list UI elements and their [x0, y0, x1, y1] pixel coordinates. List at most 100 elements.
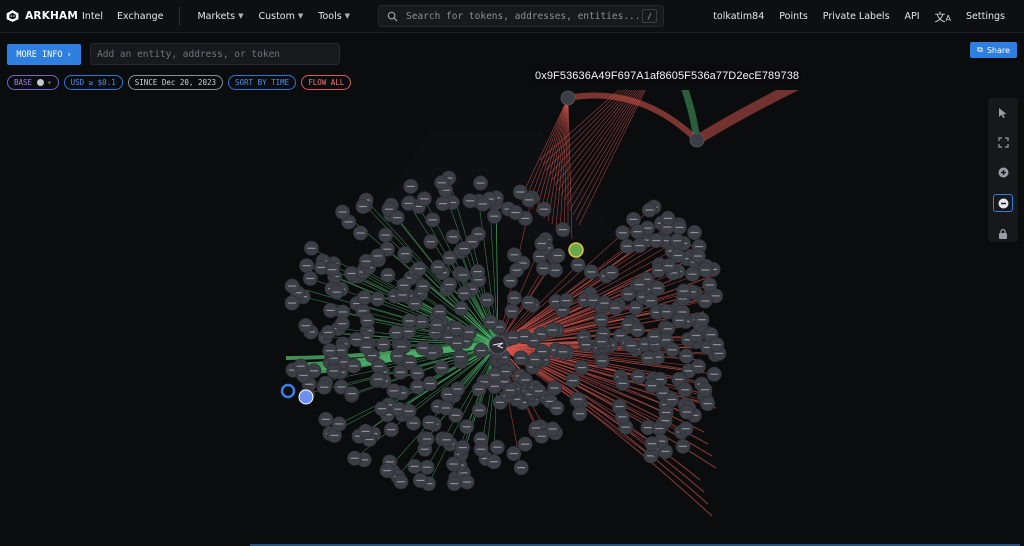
graph-node-label	[491, 374, 500, 376]
graph-node-label	[414, 205, 423, 207]
graph-node-label	[288, 302, 297, 304]
graph-node-label	[712, 344, 721, 346]
graph-node-label	[644, 357, 653, 359]
nav-dropdown-custom[interactable]: Custom ▼	[258, 11, 303, 22]
graph-node-label	[338, 311, 347, 313]
entity-address-token-input[interactable]	[97, 48, 339, 60]
more-info-button[interactable]: MORE INFO ›	[7, 44, 81, 65]
token-node	[568, 242, 584, 258]
zoom-in-icon[interactable]	[994, 164, 1012, 181]
graph-node-label	[406, 185, 415, 187]
translate-icon[interactable]: 文A	[935, 9, 951, 25]
fit-screen-icon[interactable]	[994, 135, 1012, 152]
graph-node-label	[317, 266, 326, 269]
nav-link-intel[interactable]: Intel	[82, 11, 103, 22]
hub-node	[488, 335, 508, 355]
graph-node-label	[493, 446, 502, 448]
nav-link-private-labels[interactable]: Private Labels	[823, 11, 890, 22]
graph-node-label	[344, 221, 353, 223]
graph-node-label	[423, 466, 432, 468]
chevron-down-icon: ▾	[47, 78, 52, 87]
graph-node-label	[629, 218, 638, 220]
filter-sort-by-time[interactable]: SORT BY TIME	[228, 75, 297, 90]
graph-node-label	[474, 233, 483, 235]
graph-node-label	[463, 481, 472, 483]
nav-dropdown-tools[interactable]: Tools ▼	[318, 11, 350, 22]
graph-node-label	[661, 450, 670, 453]
filter-flow-all[interactable]: FLOW ALL	[301, 75, 352, 90]
graph-node-label	[711, 295, 720, 297]
graph-node-label	[420, 198, 429, 200]
graph-node-label	[598, 360, 607, 362]
entity-input-wrapper	[90, 43, 340, 65]
filter-since-date[interactable]: SINCE Dec 20, 2023	[127, 75, 224, 90]
filter-usd-min[interactable]: USD ≥ $0.1	[63, 75, 123, 90]
graph-node-label	[426, 241, 435, 243]
arkham-logo-text: ARKHAM	[25, 10, 78, 22]
nav-divider	[179, 6, 181, 26]
graph-node-label	[477, 448, 486, 450]
global-search-input[interactable]	[406, 10, 642, 22]
graph-node-label	[511, 211, 520, 214]
graph-node-label	[410, 303, 419, 305]
share-button[interactable]: ⧉ Share	[970, 42, 1017, 58]
graph-node-label	[399, 284, 408, 286]
graph-node-label	[707, 334, 716, 336]
arkham-logo-icon	[6, 10, 19, 22]
graph-node-label	[358, 310, 367, 312]
nav-link-exchange[interactable]: Exchange	[117, 11, 163, 22]
graph-node-label	[645, 209, 654, 211]
nav-link-points[interactable]: Points	[779, 11, 808, 22]
graph-node-label	[425, 382, 434, 385]
graph-node-label	[679, 290, 688, 292]
graph-node-label	[664, 265, 673, 267]
graph-node-label	[307, 247, 316, 249]
filter-chain-base[interactable]: BASE ▾	[7, 75, 59, 90]
graph-node-label	[618, 382, 627, 384]
nav-link-user[interactable]: tolkatim84	[713, 11, 764, 22]
graph-node-label	[540, 208, 549, 210]
graph-node-label	[573, 398, 582, 400]
graph-node-label	[587, 271, 596, 273]
graph-node-label	[635, 244, 644, 247]
graph-node-label	[489, 461, 498, 463]
graph-node-label	[389, 390, 398, 392]
graph-node-label	[582, 344, 591, 346]
graph-node-label	[673, 254, 682, 257]
graph-node-label	[433, 324, 442, 326]
entity-node	[560, 90, 576, 106]
graph-node-label	[633, 231, 642, 233]
graph-node-label	[633, 329, 642, 331]
graph-node-label	[694, 365, 703, 367]
chevron-right-icon: ›	[66, 49, 72, 60]
graph-node-label	[363, 319, 372, 322]
graph-node-label	[460, 292, 469, 294]
transaction-flow-graph[interactable]	[0, 90, 980, 546]
graph-node-label	[336, 349, 345, 351]
external-link-icon: ⧉	[977, 45, 983, 54]
graph-node-label	[337, 386, 346, 388]
graph-node-label	[457, 307, 466, 309]
nav-link-settings[interactable]: Settings	[966, 11, 1005, 22]
graph-node-label	[624, 324, 633, 326]
top-navigation-bar: ARKHAM Intel Exchange Markets ▼ Custom ▼ T…	[0, 0, 1024, 33]
graph-node-label	[338, 323, 347, 325]
nav-dropdown-markets[interactable]: Markets ▼	[197, 11, 243, 22]
nav-link-api[interactable]: API	[905, 11, 920, 22]
graph-node-label	[496, 401, 505, 403]
graph-node-label	[438, 202, 447, 205]
graph-node-label	[529, 340, 538, 342]
graph-node-label	[374, 378, 383, 380]
arkham-logo[interactable]: ARKHAM	[0, 7, 78, 25]
graph-node-label	[377, 408, 386, 410]
zoom-out-icon[interactable]	[993, 193, 1013, 213]
lock-icon[interactable]	[994, 225, 1012, 242]
more-info-label: MORE INFO	[16, 49, 63, 60]
graph-node-label	[309, 370, 318, 372]
graph-node-label	[360, 297, 369, 299]
graph-node-label	[535, 255, 544, 258]
pointer-icon[interactable]	[994, 105, 1012, 122]
graph-node-label	[365, 438, 374, 441]
graph-node-label	[405, 361, 414, 364]
graph-node-label	[338, 211, 347, 213]
